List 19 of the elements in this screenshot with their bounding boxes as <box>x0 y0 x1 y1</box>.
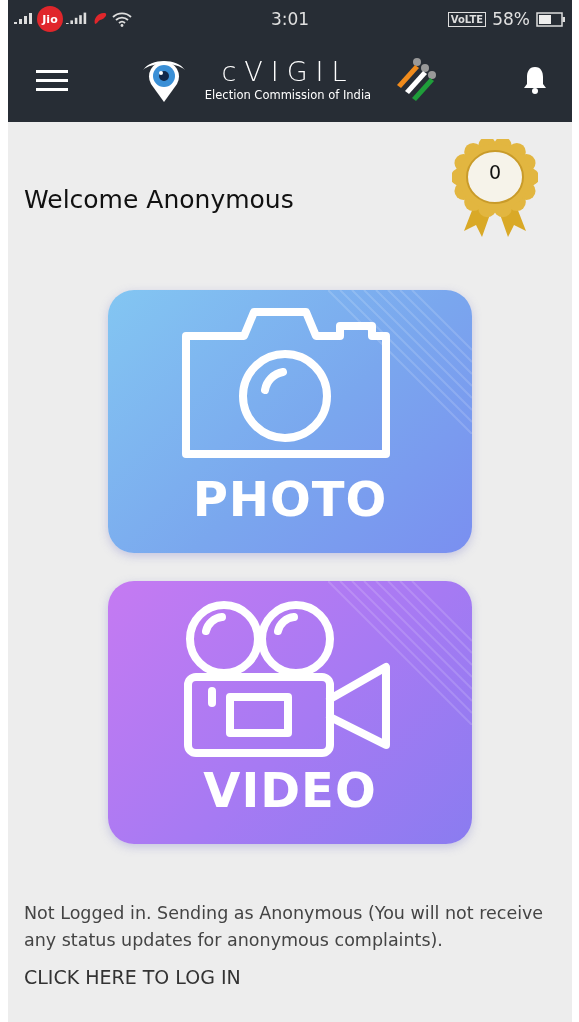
battery-icon <box>536 11 566 27</box>
points-count: 0 <box>487 161 503 183</box>
wifi-icon <box>112 11 132 27</box>
carrier-logo: Jio <box>37 6 63 32</box>
clock-time: 3:01 <box>270 9 310 29</box>
login-link[interactable]: CLICK HERE TO LOG IN <box>24 966 556 988</box>
menu-button[interactable] <box>36 68 68 92</box>
photo-button[interactable]: PHOTO <box>108 290 472 553</box>
signal-icon <box>66 12 88 26</box>
anonymous-notice: Not Logged in. Sending as Anonymous (You will not receive any status updates for anonymous complaints). <box>24 902 545 952</box>
app-title: cVIGIL <box>221 57 355 87</box>
network-badge: VoLTE <box>447 11 487 27</box>
video-button[interactable]: VIDEO <box>108 581 472 844</box>
medal-icon <box>452 139 538 239</box>
notification-bell-button[interactable] <box>522 65 548 95</box>
battery-percent: 58% <box>492 9 530 29</box>
welcome-heading: Welcome Anonymous <box>24 184 294 214</box>
signal-icon <box>14 12 34 26</box>
app-subtitle: Election Commission of India <box>204 87 372 103</box>
